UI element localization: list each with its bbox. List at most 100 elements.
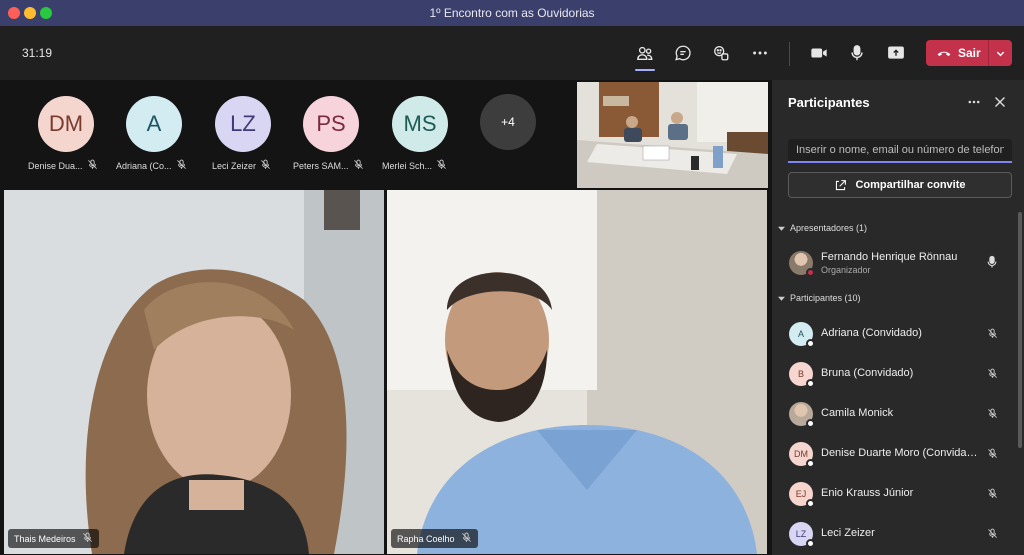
camera-icon	[811, 48, 827, 58]
share-screen-button[interactable]	[883, 40, 909, 66]
participant-search-input[interactable]	[788, 139, 1012, 163]
leave-button-group: Sair	[926, 40, 1012, 66]
tile-name-badge: Rapha Coelho	[391, 529, 478, 548]
strip-name: Peters SAM...	[293, 159, 364, 172]
mic-off-icon	[984, 525, 1000, 541]
strip-avatar[interactable]: PS	[303, 96, 359, 152]
share-invite-label: Compartilhar convite	[855, 179, 966, 191]
participant-name: Enio Krauss Júnior	[821, 487, 914, 499]
chevron-down-icon	[778, 296, 785, 301]
strip-avatar[interactable]: DM	[38, 96, 94, 152]
avatar-initials: MS	[403, 111, 437, 136]
chat-icon	[675, 45, 691, 61]
more-icon	[753, 51, 767, 55]
strip-name: Denise Dua...	[28, 159, 98, 172]
share-invite-button[interactable]: Compartilhar convite	[788, 172, 1012, 198]
participant-row[interactable]: EJ Enio Krauss Júnior	[772, 475, 1016, 511]
mic-icon	[984, 254, 1000, 270]
panel-more-button[interactable]	[964, 93, 984, 111]
mic-off-icon	[353, 159, 364, 172]
reactions-icon	[714, 46, 729, 61]
participant-row[interactable]: A Adriana (Convidado)	[772, 315, 1016, 351]
phone-hangup-icon	[937, 51, 951, 56]
people-icon	[637, 46, 653, 60]
avatar-initials: LZ	[795, 529, 807, 539]
participants-panel: Participantes Compartilhar convite Apres…	[772, 80, 1024, 555]
mic-off-icon	[260, 159, 271, 172]
meeting-timer: 31:19	[22, 46, 53, 60]
room-video-thumbnail[interactable]	[577, 82, 768, 188]
strip-name: Merlei Sch...	[382, 159, 447, 172]
chat-button[interactable]	[670, 40, 696, 66]
strip-avatar[interactable]: MS	[392, 96, 448, 152]
strip-avatar[interactable]: A	[126, 96, 182, 152]
mic-off-icon	[82, 532, 93, 545]
avatar-initials: DM	[48, 111, 84, 136]
mic-off-icon	[461, 532, 472, 545]
mic-off-icon	[984, 485, 1000, 501]
strip-avatar[interactable]: LZ	[215, 96, 271, 152]
panel-close-button[interactable]	[990, 93, 1010, 111]
strip-name: Adriana (Co...	[116, 159, 187, 172]
video-tile-right[interactable]: Rapha Coelho	[387, 190, 767, 554]
presence-indicator	[806, 379, 815, 388]
more-participants-label: +4	[501, 115, 515, 129]
panel-scrollbar[interactable]	[1018, 212, 1022, 448]
participant-role: Organizador	[821, 265, 871, 275]
chevron-down-icon	[778, 226, 785, 231]
more-participants-button[interactable]: +4	[480, 94, 536, 150]
presence-indicator	[806, 539, 815, 548]
presenters-section-toggle[interactable]: Apresentadores (1)	[778, 223, 867, 233]
attendees-section-toggle[interactable]: Participantes (10)	[778, 293, 861, 303]
avatar-initials: B	[797, 369, 804, 379]
toolbar-divider	[789, 42, 790, 66]
tile-name-badge: Thais Medeiros	[8, 529, 99, 548]
mic-off-icon	[984, 325, 1000, 341]
strip-name-label: Denise Dua...	[28, 160, 83, 171]
video-tile-left[interactable]: Thais Medeiros	[4, 190, 384, 554]
avatar-initials: A	[146, 111, 162, 136]
reactions-button[interactable]	[708, 40, 734, 66]
leave-button[interactable]: Sair	[926, 40, 988, 66]
camera-button[interactable]	[806, 40, 832, 66]
participant-row[interactable]: DM Denise Duarte Moro (Convidado)	[772, 435, 1016, 471]
participant-row[interactable]: B Bruna (Convidado)	[772, 355, 1016, 391]
share-icon	[836, 179, 847, 190]
mic-off-icon	[984, 405, 1000, 421]
share-screen-icon	[888, 46, 904, 59]
participant-row[interactable]: LZ Leci Zeizer	[772, 515, 1016, 551]
participant-video-image	[387, 190, 767, 554]
panel-title: Participantes	[788, 95, 870, 110]
mic-off-icon	[436, 159, 447, 172]
participant-row[interactable]: FH Fernando Henrique Rönnau Organizador	[772, 244, 1016, 280]
strip-name-label: Peters SAM...	[293, 160, 349, 171]
close-icon	[995, 97, 1005, 107]
participant-row[interactable]: CM Camila Monick	[772, 395, 1016, 431]
presenters-header: Apresentadores (1)	[790, 223, 868, 233]
mic-off-icon	[87, 159, 98, 172]
presence-indicator	[806, 459, 815, 468]
participant-name: Adriana (Convidado)	[821, 327, 922, 339]
window-titlebar: 1º Encontro com as Ouvidorias	[0, 0, 1024, 26]
more-actions-button[interactable]	[747, 40, 773, 66]
attendees-header: Participantes (10)	[790, 293, 861, 303]
chevron-down-icon	[996, 51, 1005, 56]
strip-name-label: Leci Zeizer	[212, 160, 257, 171]
room-scene-image	[577, 82, 768, 188]
people-active-indicator	[635, 69, 655, 71]
window-title: 1º Encontro com as Ouvidorias	[429, 6, 595, 20]
participant-name: Fernando Henrique Rönnau	[821, 251, 958, 263]
mic-button[interactable]	[844, 40, 870, 66]
leave-options-button[interactable]	[989, 40, 1012, 66]
meeting-toolbar: 31:19 Sair	[0, 26, 1024, 80]
participant-video-image	[4, 190, 384, 554]
participant-name: Denise Duarte Moro (Convidado)	[821, 447, 981, 459]
mic-icon	[851, 45, 863, 61]
mic-off-icon	[984, 445, 1000, 461]
presence-indicator	[806, 339, 815, 348]
leave-label: Sair	[958, 46, 981, 60]
strip-name-label: Adriana (Co...	[116, 160, 172, 171]
strip-name-label: Merlei Sch...	[382, 160, 433, 171]
participant-name: Bruna (Convidado)	[821, 367, 914, 379]
people-button[interactable]	[632, 40, 658, 66]
